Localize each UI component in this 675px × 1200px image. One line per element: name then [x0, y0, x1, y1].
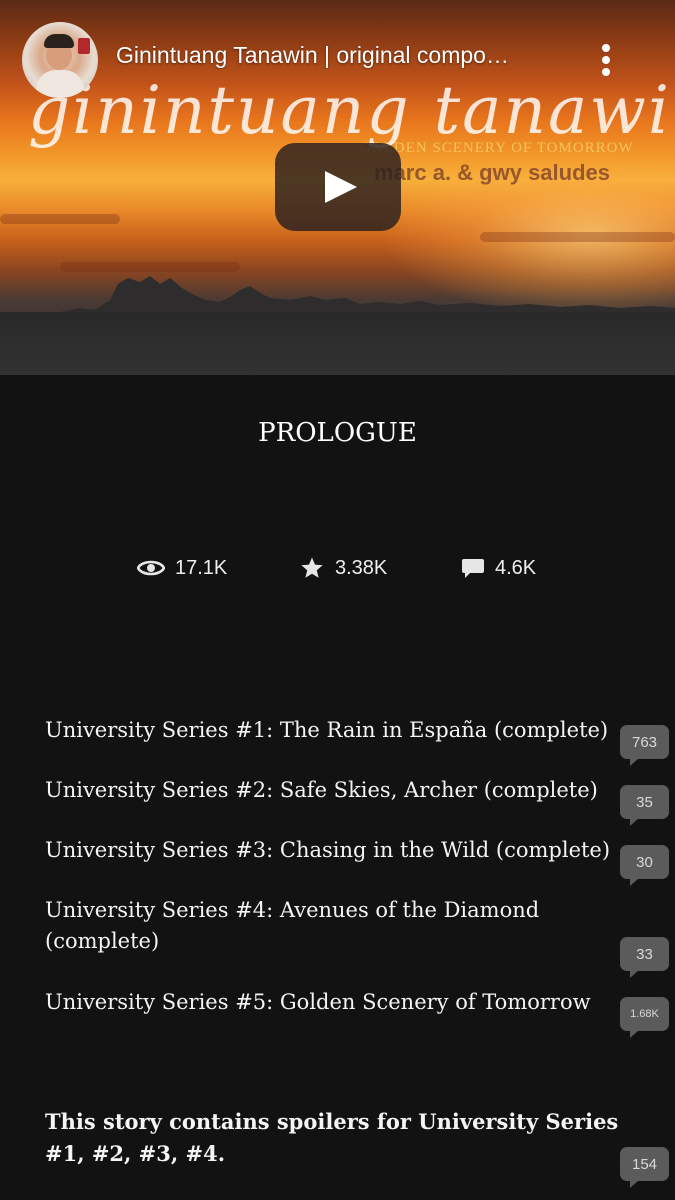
- list-item: University Series #1: The Rain in España…: [45, 718, 609, 742]
- inline-comment-count: 30: [620, 845, 669, 879]
- channel-avatar[interactable]: [22, 22, 98, 98]
- spoiler-warning: This story contains spoilers for Univers…: [45, 1109, 619, 1166]
- inline-comment-button[interactable]: 33: [620, 937, 669, 978]
- comments-count: 4.6K: [495, 556, 537, 579]
- video-title[interactable]: Ginintuang Tanawin | original compo…: [116, 42, 566, 69]
- play-button[interactable]: [275, 143, 401, 231]
- thumbnail-title: ginintuang tanawin: [28, 72, 675, 149]
- ground: [0, 312, 675, 375]
- bubble-tail: [630, 818, 639, 826]
- cloud-streak: [480, 232, 675, 242]
- inline-comment-count: 33: [620, 937, 669, 971]
- inline-comment-count: 35: [620, 785, 669, 819]
- comment-icon: [462, 559, 484, 578]
- avatar-hair: [44, 34, 74, 48]
- bubble-tail: [630, 878, 639, 886]
- thumbnail-authors: marc a. & gwy saludes: [374, 160, 610, 185]
- story-stats: 17.1K 3.38K 4.6K: [0, 553, 675, 583]
- avatar-toy: [78, 38, 90, 54]
- chapter-title: PROLOGUE: [258, 418, 417, 448]
- thumbnail-subtitle: GOLDEN SCENERY OF TOMORROW: [360, 140, 634, 156]
- star-icon: [301, 557, 323, 578]
- inline-comment-count: 1.68K: [620, 997, 669, 1031]
- eye-icon: [137, 560, 165, 576]
- votes-count: 3.38K: [335, 556, 388, 579]
- reads-count: 17.1K: [175, 556, 228, 579]
- bubble-tail: [630, 758, 639, 766]
- votes-stat: 3.38K: [299, 553, 387, 583]
- inline-comment-count: 763: [620, 725, 669, 759]
- inline-comment-button[interactable]: 154: [620, 1147, 669, 1188]
- video-embed[interactable]: ginintuang tanawin GOLDEN SCENERY OF TOM…: [0, 0, 675, 375]
- bubble-tail: [630, 1180, 639, 1188]
- list-item: University Series #2: Safe Skies, Archer…: [45, 778, 598, 802]
- more-vert-icon[interactable]: [596, 44, 616, 80]
- reads-stat: 17.1K: [137, 553, 227, 583]
- list-item: University Series #4: Avenues of the Dia…: [45, 898, 540, 953]
- inline-comment-count: 154: [620, 1147, 669, 1181]
- inline-comment-button[interactable]: 35: [620, 785, 669, 826]
- comments-stat: 4.6K: [461, 553, 536, 583]
- cloud-streak: [0, 214, 120, 224]
- inline-comment-button[interactable]: 763: [620, 725, 669, 766]
- play-icon: [325, 171, 357, 203]
- list-item: University Series #5: Golden Scenery of …: [45, 990, 591, 1014]
- bubble-tail: [630, 970, 639, 978]
- inline-comment-button[interactable]: 1.68K: [620, 997, 669, 1038]
- bubble-tail: [630, 1030, 639, 1038]
- inline-comment-button[interactable]: 30: [620, 845, 669, 886]
- avatar-shirt: [36, 70, 84, 98]
- list-item: University Series #3: Chasing in the Wil…: [45, 838, 611, 862]
